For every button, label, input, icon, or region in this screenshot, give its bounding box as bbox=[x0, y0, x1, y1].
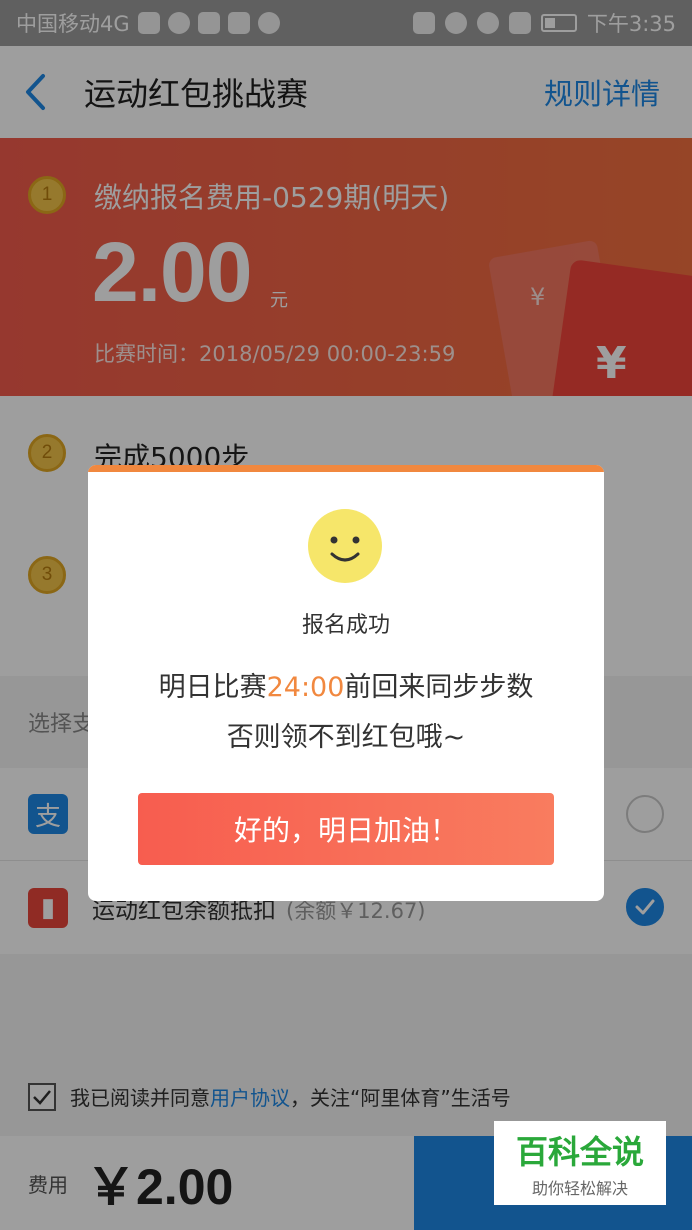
dialog-status: 报名成功 bbox=[301, 613, 390, 638]
success-dialog: 报名成功 明日比赛24:00前回来同步步数 否则领不到红包哦~ 好的，明日加油！ bbox=[88, 465, 604, 901]
smiley-icon bbox=[308, 509, 382, 583]
confirm-button[interactable]: 好的，明日加油！ bbox=[138, 793, 554, 865]
dialog-accent-bar bbox=[88, 465, 604, 472]
dialog-message-line1: 明日比赛24:00前回来同步步数 bbox=[88, 665, 604, 704]
watermark-title: 百科全说 bbox=[515, 1133, 644, 1171]
message-prefix: 明日比赛 bbox=[158, 672, 267, 703]
dialog-message-line2: 否则领不到红包哦~ bbox=[226, 722, 466, 753]
watermark-subtitle: 助你轻松解决 bbox=[531, 1179, 628, 1198]
deadline-highlight: 24:00 bbox=[266, 672, 345, 703]
watermark: 百科全说 助你轻松解决 bbox=[494, 1121, 666, 1205]
message-suffix: 前回来同步步数 bbox=[344, 672, 534, 703]
